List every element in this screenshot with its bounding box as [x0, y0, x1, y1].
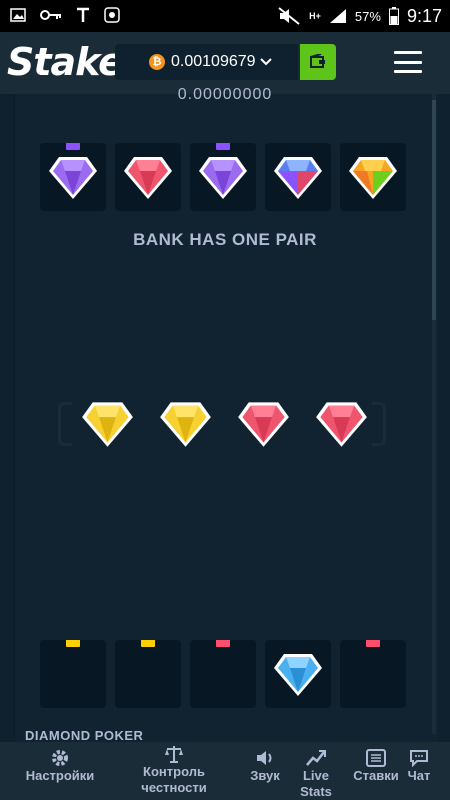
- bracket-left: [58, 402, 72, 446]
- menu-button[interactable]: [394, 51, 422, 73]
- blue-gem-icon: [274, 157, 322, 199]
- pair-marker: [66, 143, 80, 150]
- balance-value: 0.00109679: [171, 53, 256, 70]
- nav-fairness[interactable]: Контроль честности: [122, 738, 226, 796]
- clock: 9:17: [406, 5, 442, 26]
- speaker-icon: [257, 751, 272, 765]
- wallet-button[interactable]: [300, 44, 336, 80]
- center-gem-row: [80, 396, 370, 456]
- scrollbar-thumb[interactable]: [432, 100, 436, 320]
- signal-icon: [329, 9, 346, 23]
- bracket-right: [372, 402, 386, 446]
- nav-chat[interactable]: Чат: [402, 742, 436, 800]
- gear-icon: [52, 750, 68, 766]
- purple-gem-icon: [199, 157, 247, 199]
- mute-icon: [278, 7, 300, 25]
- menu-bar: [394, 51, 422, 54]
- wallet-icon: [310, 54, 325, 68]
- battery-icon: [388, 7, 399, 25]
- payout-value: 0.00000000: [177, 86, 273, 103]
- image-icon: [10, 8, 26, 22]
- player-slot-3: [190, 640, 256, 708]
- list-icon: [366, 749, 386, 767]
- menu-bar: [394, 60, 422, 64]
- nav-bets[interactable]: Ставки: [346, 742, 406, 800]
- font-icon: [77, 7, 89, 22]
- balance-selector[interactable]: ₿ 0.00109679: [115, 44, 298, 80]
- orange-gem-icon: [349, 157, 397, 199]
- network-indicator: H+: [309, 10, 321, 21]
- nav-sound[interactable]: Звук: [242, 742, 288, 800]
- chevron-down-icon: [259, 55, 272, 69]
- yellow-gem-icon: [82, 402, 133, 447]
- dealer-slot-4: [265, 143, 331, 211]
- nav-live-stats[interactable]: Live Stats: [294, 742, 338, 800]
- result-message: BANK HAS ONE PAIR: [133, 230, 317, 249]
- player-slot-4: [265, 640, 331, 708]
- player-slot-5: [340, 640, 406, 708]
- dealer-row: [40, 143, 406, 211]
- nav-chat-label: Чат: [407, 768, 431, 783]
- scales-icon: [165, 746, 183, 763]
- dealer-slot-3: [190, 143, 256, 211]
- nav-live-stats-label: Live Stats: [300, 768, 332, 799]
- bitcoin-icon: ₿: [149, 54, 165, 70]
- player-slot-2: [115, 640, 181, 708]
- trend-up-icon: [306, 750, 326, 766]
- nav-bets-label: Ставки: [353, 768, 399, 783]
- yellow-gem-icon: [160, 402, 211, 447]
- chat-bubble-icon: [410, 750, 428, 767]
- dealer-slot-2: [115, 143, 181, 211]
- player-slot-1: [40, 640, 106, 708]
- app-header: Stake ₿ 0.00109679: [0, 32, 450, 94]
- dealer-slot-1: [40, 143, 106, 211]
- nav-settings-label: Настройки: [25, 768, 95, 783]
- nav-settings[interactable]: Настройки: [12, 742, 108, 800]
- purple-gem-icon: [49, 157, 97, 199]
- red-gem-icon: [316, 402, 367, 447]
- slot-marker: [366, 640, 380, 647]
- stake-logo[interactable]: Stake: [7, 40, 124, 84]
- app-icon: [104, 7, 120, 23]
- slot-marker: [216, 640, 230, 647]
- red-gem-icon: [124, 157, 172, 199]
- player-row: [40, 640, 406, 708]
- nav-fairness-label: Контроль честности: [141, 764, 207, 795]
- bottom-nav: Настройки Контроль честности Звук Live S…: [0, 742, 450, 800]
- menu-bar: [394, 70, 422, 73]
- dealer-slot-5: [340, 143, 406, 211]
- status-bar: H+ 57% 9:17: [0, 0, 450, 32]
- battery-percent: 57%: [354, 8, 381, 24]
- red-gem-icon: [238, 402, 289, 447]
- pair-marker: [216, 143, 230, 150]
- slot-marker: [141, 640, 155, 647]
- key-icon: [40, 10, 61, 20]
- nav-sound-label: Звук: [250, 768, 280, 783]
- slot-marker: [66, 640, 80, 647]
- cyan-gem-icon: [274, 654, 322, 696]
